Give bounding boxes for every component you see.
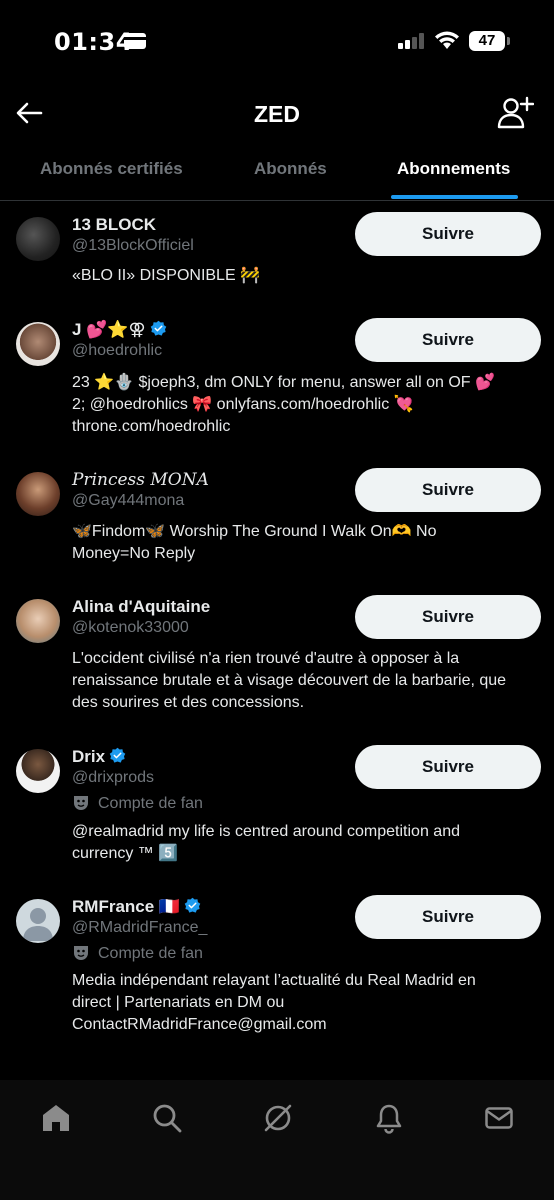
user-handle: @drixprods [72,769,155,786]
avatar[interactable] [16,322,60,366]
bio-line: 2; @hoedrohlics 🎀 onlyfans.com/hoedrohli… [72,396,414,413]
verified-badge-icon [109,747,126,763]
bottom-navigation-bar [0,1080,554,1200]
person-silhouette-icon [23,908,53,941]
bio-line: 23 ⭐🪬 $joeph3, dm ONLY for menu, answer … [72,374,495,391]
page-title: ZED [254,101,300,127]
avatar[interactable] [16,472,60,516]
battery-indicator: 47 [469,31,505,51]
status-bar: 01:34 47 [0,0,554,84]
top-app-bar: ZED [0,84,554,144]
bio-line: @realmadrid my life is centred around co… [72,823,460,840]
tab-followers[interactable]: Abonnés [254,159,327,179]
bio-line: 🦋Findom🦋 Worship The Ground I Walk On🫶 N… [72,523,437,540]
bio-line: direct | Partenariats en DM ou [72,994,285,1011]
user-name-row: RMFrance 🇫🇷 [72,897,201,917]
bio-line: Money=No Reply [72,545,196,562]
fan-account-text: Compte de fan [98,795,203,812]
verified-badge-icon [150,320,166,336]
wallet-icon [124,33,146,49]
user-handle: @13BlockOfficiel [72,237,194,254]
add-user-icon[interactable] [496,96,534,130]
verified-badge-icon [184,897,201,913]
user-name-row: J 💕⭐⚢ [72,320,167,340]
tab-following[interactable]: Abonnements [397,159,510,179]
bio-line: throne.com/hoedrohlic [72,418,231,435]
bio-line: currency ™ 5️⃣ [72,845,179,862]
follow-button[interactable]: Suivre [355,745,541,789]
user-handle: @hoedrohlic [72,342,163,359]
user-handle: @Gay444mona [72,492,185,509]
bio-line: des sourires et des concessions. [72,694,305,711]
user-name: Drix [72,747,106,766]
home-icon[interactable] [40,1102,72,1134]
status-time: 01:34 [54,28,133,56]
follow-button[interactable]: Suivre [355,468,541,512]
user-bio: Media indépendant relayant l’actualité d… [72,970,542,1036]
user-name: Alina d'Aquitaine [72,597,211,616]
follow-button[interactable]: Suivre [355,895,541,939]
follow-button[interactable]: Suivre [355,212,541,256]
user-bio: «BLO II» DISPONIBLE 🚧 [72,265,542,287]
user-handle: @kotenok33000 [72,619,189,636]
user-name-row: Drix [72,747,126,767]
grok-icon[interactable] [262,1102,294,1134]
avatar[interactable] [16,217,60,261]
wifi-icon [435,31,459,49]
theater-masks-icon [74,946,88,960]
user-bio: 🦋Findom🦋 Worship The Ground I Walk On🫶 N… [72,521,542,565]
avatar[interactable] [16,599,60,643]
user-bio: L'occident civilisé n'a rien trouvé d'au… [72,648,542,714]
cellular-signal-icon [398,33,426,49]
bio-line: renaissance brutale et à visage découver… [72,672,507,689]
default-avatar[interactable] [16,899,60,943]
follow-button[interactable]: Suivre [355,318,541,362]
messages-envelope-icon[interactable] [483,1102,515,1134]
theater-masks-icon [74,796,88,810]
bio-line: Media indépendant relayant l’actualité d… [72,972,476,989]
fan-account-label: Compte de fan [72,794,203,813]
user-name: 𝑃𝑟𝑖𝑛𝑐𝑒𝑠𝑠 𝑀𝑂𝑁𝐴 [72,470,209,490]
follow-button[interactable]: Suivre [355,595,541,639]
fan-account-label: Compte de fan [72,944,203,963]
bio-line: L'occident civilisé n'a rien trouvé d'au… [72,650,460,667]
user-name: J 💕⭐⚢ [72,320,146,339]
avatar[interactable] [16,749,60,793]
tab-bar: Abonnés certifiés Abonnés Abonnements [0,145,554,201]
user-handle: @RMadridFrance_ [72,919,208,936]
bio-line: ContactRMadridFrance@gmail.com [72,1016,327,1033]
user-name: RMFrance 🇫🇷 [72,897,181,916]
tab-verified-followers[interactable]: Abonnés certifiés [40,159,183,179]
notifications-bell-icon[interactable] [373,1102,405,1134]
active-tab-indicator [391,195,518,199]
fan-account-text: Compte de fan [98,945,203,962]
battery-tip [507,37,510,45]
user-bio: 23 ⭐🪬 $joeph3, dm ONLY for menu, answer … [72,372,542,438]
user-name: 13 BLOCK [72,215,157,234]
bio-line: «BLO II» DISPONIBLE 🚧 [72,267,260,284]
user-bio: @realmadrid my life is centred around co… [72,821,542,865]
search-icon[interactable] [151,1102,183,1134]
